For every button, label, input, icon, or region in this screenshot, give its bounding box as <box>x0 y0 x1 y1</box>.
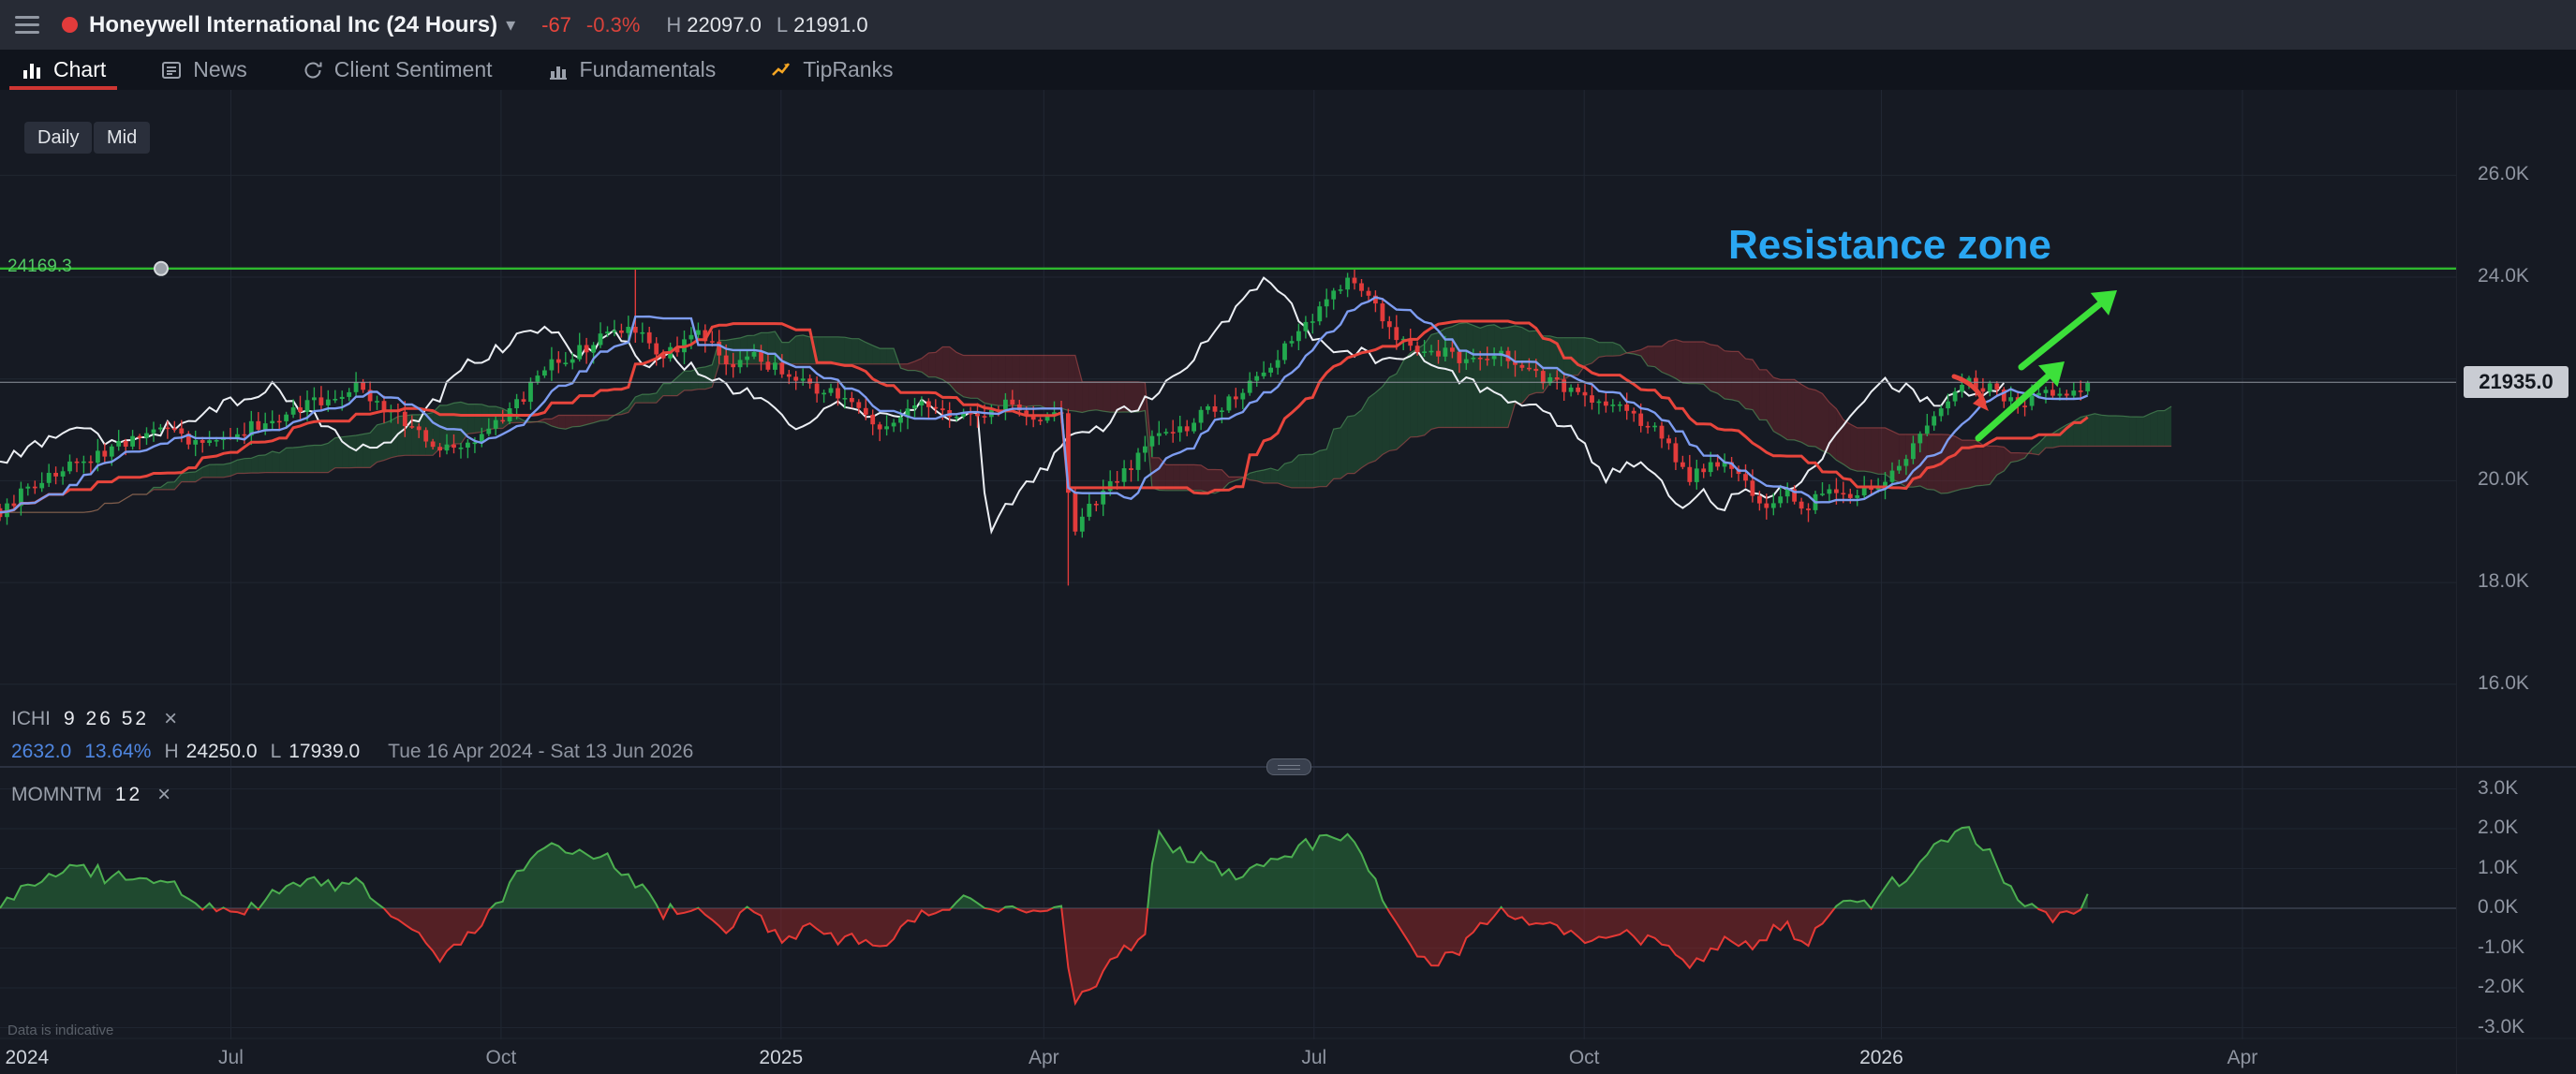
current-price-label: 21935.0 <box>2464 366 2569 398</box>
momentum-axis-label: 3.0K <box>2478 777 2518 800</box>
header: Honeywell International Inc (24 Hours) ▾… <box>0 0 2576 50</box>
main-chart-canvas[interactable] <box>0 90 2576 767</box>
tab-client-sentiment[interactable]: Client Sentiment <box>296 50 498 90</box>
tab-label: TipRanks <box>803 57 893 82</box>
ichi-high-value: 24250.0 <box>186 741 258 763</box>
time-axis-label: Oct <box>486 1047 517 1069</box>
tab-news[interactable]: News <box>155 50 253 90</box>
momentum-axis-label: 0.0K <box>2478 896 2518 919</box>
ichi-low-value: 17939.0 <box>289 741 360 763</box>
client-sentiment-icon <box>302 59 324 81</box>
current-price-value: 21935.0 <box>2479 370 2554 394</box>
momentum-axis-label: -1.0K <box>2478 936 2524 959</box>
price-mode-button[interactable]: Mid <box>94 122 150 154</box>
momentum-indicator-header: MOMNTM 12 × <box>11 782 170 808</box>
fundamentals-icon <box>547 59 570 81</box>
tab-label: News <box>193 57 247 82</box>
tab-label: Client Sentiment <box>334 57 493 82</box>
ichi-pct: 13.64% <box>84 741 151 763</box>
resistance-price-label: 24169.3 <box>7 257 72 277</box>
session-high: H22097.0 <box>666 13 761 37</box>
instrument-selector[interactable]: Honeywell International Inc (24 Hours) ▾ <box>89 12 515 38</box>
market-status-dot <box>62 17 78 33</box>
ichi-indicator-header: ICHI 9 26 52 × <box>11 706 177 732</box>
chevron-down-icon: ▾ <box>506 13 515 37</box>
time-axis-label: Apr <box>2228 1047 2258 1069</box>
tab-tipranks[interactable]: TipRanks <box>764 50 898 90</box>
chart-icon <box>21 59 43 81</box>
ichi-indicator-stats: 2632.0 13.64% H 24250.0 L 17939.0 Tue 16… <box>11 741 693 763</box>
resistance-line-handle[interactable] <box>155 262 168 275</box>
momentum-axis-label: 2.0K <box>2478 817 2518 839</box>
tab-bar: Chart News Client Sentiment Fundamentals… <box>0 50 2576 90</box>
ichi-value: 2632.0 <box>11 741 71 763</box>
price-change: -67 <box>541 13 571 37</box>
time-axis-label: Jul <box>1301 1047 1326 1069</box>
session-low: L21991.0 <box>777 13 868 37</box>
ichi-close-button[interactable]: × <box>164 706 177 732</box>
timeframe-button[interactable]: Daily <box>24 122 92 154</box>
time-axis-label: Apr <box>1029 1047 1059 1069</box>
price-change-pct: -0.3% <box>586 13 640 37</box>
ichi-low-label: L <box>271 741 282 763</box>
momentum-name: MOMNTM <box>11 784 102 806</box>
time-axis-label: Oct <box>1569 1047 1600 1069</box>
ichi-params: 9 26 52 <box>64 708 149 730</box>
panel-resize-handle[interactable] <box>1266 758 1311 775</box>
ichi-name: ICHI <box>11 708 51 730</box>
chart-date-range: Tue 16 Apr 2024 - Sat 13 Jun 2026 <box>388 741 693 763</box>
ichi-high-label: H <box>164 741 178 763</box>
tab-label: Fundamentals <box>580 57 717 82</box>
momentum-params: 12 <box>115 784 142 806</box>
tipranks-icon <box>770 59 792 81</box>
time-axis-label: 2024 <box>5 1047 49 1069</box>
momentum-axis-label: -2.0K <box>2478 976 2524 998</box>
tab-label: Chart <box>53 57 106 82</box>
time-axis-label: 2026 <box>1859 1047 1903 1069</box>
ichimoku-cloud <box>0 323 2171 513</box>
momentum-axis-label: -3.0K <box>2478 1016 2524 1038</box>
instrument-title: Honeywell International Inc (24 Hours) <box>89 12 497 38</box>
momentum-close-button[interactable]: × <box>157 782 170 808</box>
time-axis[interactable]: 2024 Jul Oct 2025 Apr Jul Oct 2026 Apr <box>0 1045 2456 1073</box>
menu-icon[interactable] <box>15 16 43 34</box>
news-icon <box>160 59 183 81</box>
momentum-axis-label: 1.0K <box>2478 857 2518 879</box>
resistance-zone-annotation[interactable]: Resistance zone <box>1728 222 2051 269</box>
time-axis-label: Jul <box>218 1047 244 1069</box>
data-indicative-note: Data is indicative <box>7 1023 113 1038</box>
momentum-axis[interactable]: 3.0K 2.0K 1.0K 0.0K -1.0K -2.0K -3.0K <box>2478 0 2575 1074</box>
price-axis-divider <box>2456 90 2457 1074</box>
time-axis-label: 2025 <box>759 1047 803 1069</box>
tab-chart[interactable]: Chart <box>15 50 111 90</box>
tab-fundamentals[interactable]: Fundamentals <box>541 50 722 90</box>
momentum-canvas[interactable] <box>0 767 2576 1039</box>
